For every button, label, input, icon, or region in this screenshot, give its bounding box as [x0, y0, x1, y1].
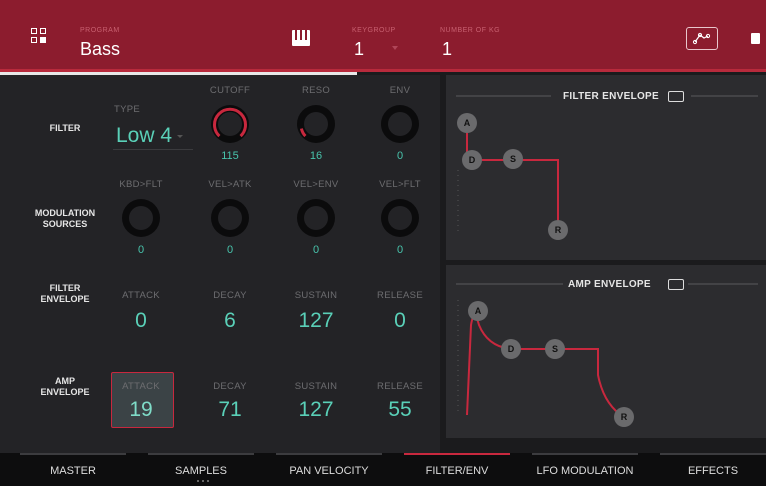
knob-ring — [299, 128, 307, 138]
amp-sustain-value[interactable]: 127 — [288, 398, 344, 422]
program-name[interactable]: Bass — [80, 39, 120, 60]
kbd-flt-label: KBD>FLT — [119, 179, 163, 190]
filter-decay-value[interactable]: 6 — [202, 309, 258, 333]
node-r-label: R — [554, 225, 562, 235]
filter-envelope-canvas — [456, 95, 758, 240]
tab-lfo-modulation[interactable]: LFO MODULATION — [532, 453, 638, 486]
amp-sustain-label: SUSTAIN — [294, 381, 338, 392]
reso-label: RESO — [301, 85, 331, 96]
keygroup-value[interactable]: 1 — [354, 39, 364, 60]
more-dots-icon — [197, 480, 209, 482]
filter-type-select[interactable]: Low 4 — [116, 124, 172, 148]
row-label-line: ENVELOPE — [40, 294, 90, 304]
row-label-amp-envelope: AMP ENVELOPE — [32, 376, 98, 398]
filter-decay-label: DECAY — [213, 290, 247, 301]
knob-ring — [213, 107, 247, 138]
node-d-label: D — [507, 344, 515, 354]
node-r-label: R — [620, 412, 628, 422]
row-label-line: SOURCES — [42, 219, 88, 229]
amp-release-value[interactable]: 55 — [372, 398, 428, 422]
row-label-modulation: MODULATION SOURCES — [22, 208, 108, 230]
amp-decay-label: DECAY — [213, 381, 247, 392]
filter-attack-value[interactable]: 0 — [113, 309, 169, 333]
amp-decay-value[interactable]: 71 — [202, 398, 258, 422]
tab-pan-velocity[interactable]: PAN VELOCITY — [276, 453, 382, 486]
cutoff-knob[interactable] — [211, 105, 249, 143]
envelope-curve-icon — [692, 32, 711, 45]
node-a-label: A — [463, 118, 471, 128]
node-s-label: S — [509, 154, 516, 164]
filter-release-label: RELEASE — [377, 290, 423, 301]
kbd-flt-value: 0 — [137, 244, 145, 256]
env-knob[interactable] — [381, 105, 419, 143]
reso-value: 16 — [309, 150, 323, 162]
envelope-view-button[interactable] — [686, 27, 718, 50]
node-s-label: S — [551, 344, 558, 354]
row-label-line: AMP — [55, 376, 75, 386]
amp-envelope-canvas — [456, 283, 758, 427]
vel-atk-value: 0 — [226, 244, 234, 256]
filter-type-label: TYPE — [114, 104, 141, 115]
vel-atk-knob[interactable] — [211, 199, 249, 237]
amp-envelope-graph[interactable]: AMP ENVELOPE A D S R — [446, 265, 766, 438]
piano-icon[interactable] — [292, 30, 310, 46]
filter-type-underline — [113, 149, 193, 150]
vel-env-label: VEL>ENV — [293, 179, 339, 190]
row-label-filter-envelope: FILTER ENVELOPE — [32, 283, 98, 305]
env-label: ENV — [389, 85, 411, 96]
amp-release-label: RELEASE — [377, 381, 423, 392]
fullscreen-icon[interactable] — [668, 91, 684, 102]
row-label-line: ENVELOPE — [40, 387, 90, 397]
kbd-flt-knob[interactable] — [122, 199, 160, 237]
amp-attack-value[interactable]: 19 — [113, 398, 169, 422]
number-of-kg-label: NUMBER OF KG — [440, 27, 501, 34]
filter-sustain-label: SUSTAIN — [294, 290, 338, 301]
filter-attack-label: ATTACK — [122, 290, 160, 301]
vel-flt-value: 0 — [396, 244, 404, 256]
row-label-line: MODULATION — [34, 208, 96, 218]
program-label: PROGRAM — [80, 27, 120, 34]
fullscreen-icon[interactable] — [668, 279, 684, 290]
chevron-down-icon — [392, 46, 398, 50]
filter-envelope-graph[interactable]: FILTER ENVELOPE A D S R — [446, 75, 766, 260]
header-bar: PROGRAM Bass KEYGROUP 1 NUMBER OF KG 1 — [0, 0, 766, 72]
tab-filter-env[interactable]: FILTER/ENV — [404, 453, 510, 486]
grid-icon[interactable] — [31, 28, 47, 44]
node-a-label: A — [474, 306, 482, 316]
node-d-label: D — [468, 155, 476, 165]
row-label-line: FILTER — [49, 283, 81, 293]
filter-sustain-value[interactable]: 127 — [288, 309, 344, 333]
amp-envelope-title: AMP ENVELOPE — [568, 279, 651, 290]
vel-env-value: 0 — [312, 244, 320, 256]
keygroup-label: KEYGROUP — [352, 27, 396, 34]
reso-knob[interactable] — [297, 105, 335, 143]
number-of-kg-value[interactable]: 1 — [442, 39, 452, 60]
filter-envelope-title: FILTER ENVELOPE — [563, 91, 659, 102]
vel-atk-label: VEL>ATK — [208, 179, 252, 190]
cutoff-label: CUTOFF — [209, 85, 251, 96]
filter-release-value[interactable]: 0 — [372, 309, 428, 333]
amp-attack-label: ATTACK — [122, 381, 160, 392]
chip-icon[interactable] — [751, 33, 760, 44]
vel-flt-knob[interactable] — [381, 199, 419, 237]
tab-effects[interactable]: EFFECTS — [660, 453, 766, 486]
cutoff-value: 115 — [221, 150, 239, 162]
row-label-filter: FILTER — [49, 123, 81, 133]
vel-env-knob[interactable] — [297, 199, 335, 237]
tab-master[interactable]: MASTER — [20, 453, 126, 486]
chevron-down-icon — [177, 135, 183, 138]
vel-flt-label: VEL>FLT — [379, 179, 421, 190]
bottom-tab-bar: MASTER SAMPLES PAN VELOCITY FILTER/ENV L… — [0, 453, 766, 486]
env-value: 0 — [396, 150, 404, 162]
